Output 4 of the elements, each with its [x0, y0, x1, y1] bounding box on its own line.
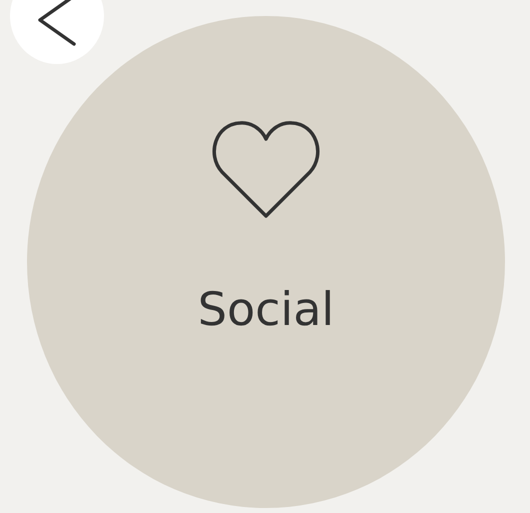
category-title: Social [198, 286, 334, 332]
heart-icon [212, 120, 320, 218]
category-tile[interactable]: Social [27, 16, 505, 508]
back-icon [37, 0, 77, 46]
